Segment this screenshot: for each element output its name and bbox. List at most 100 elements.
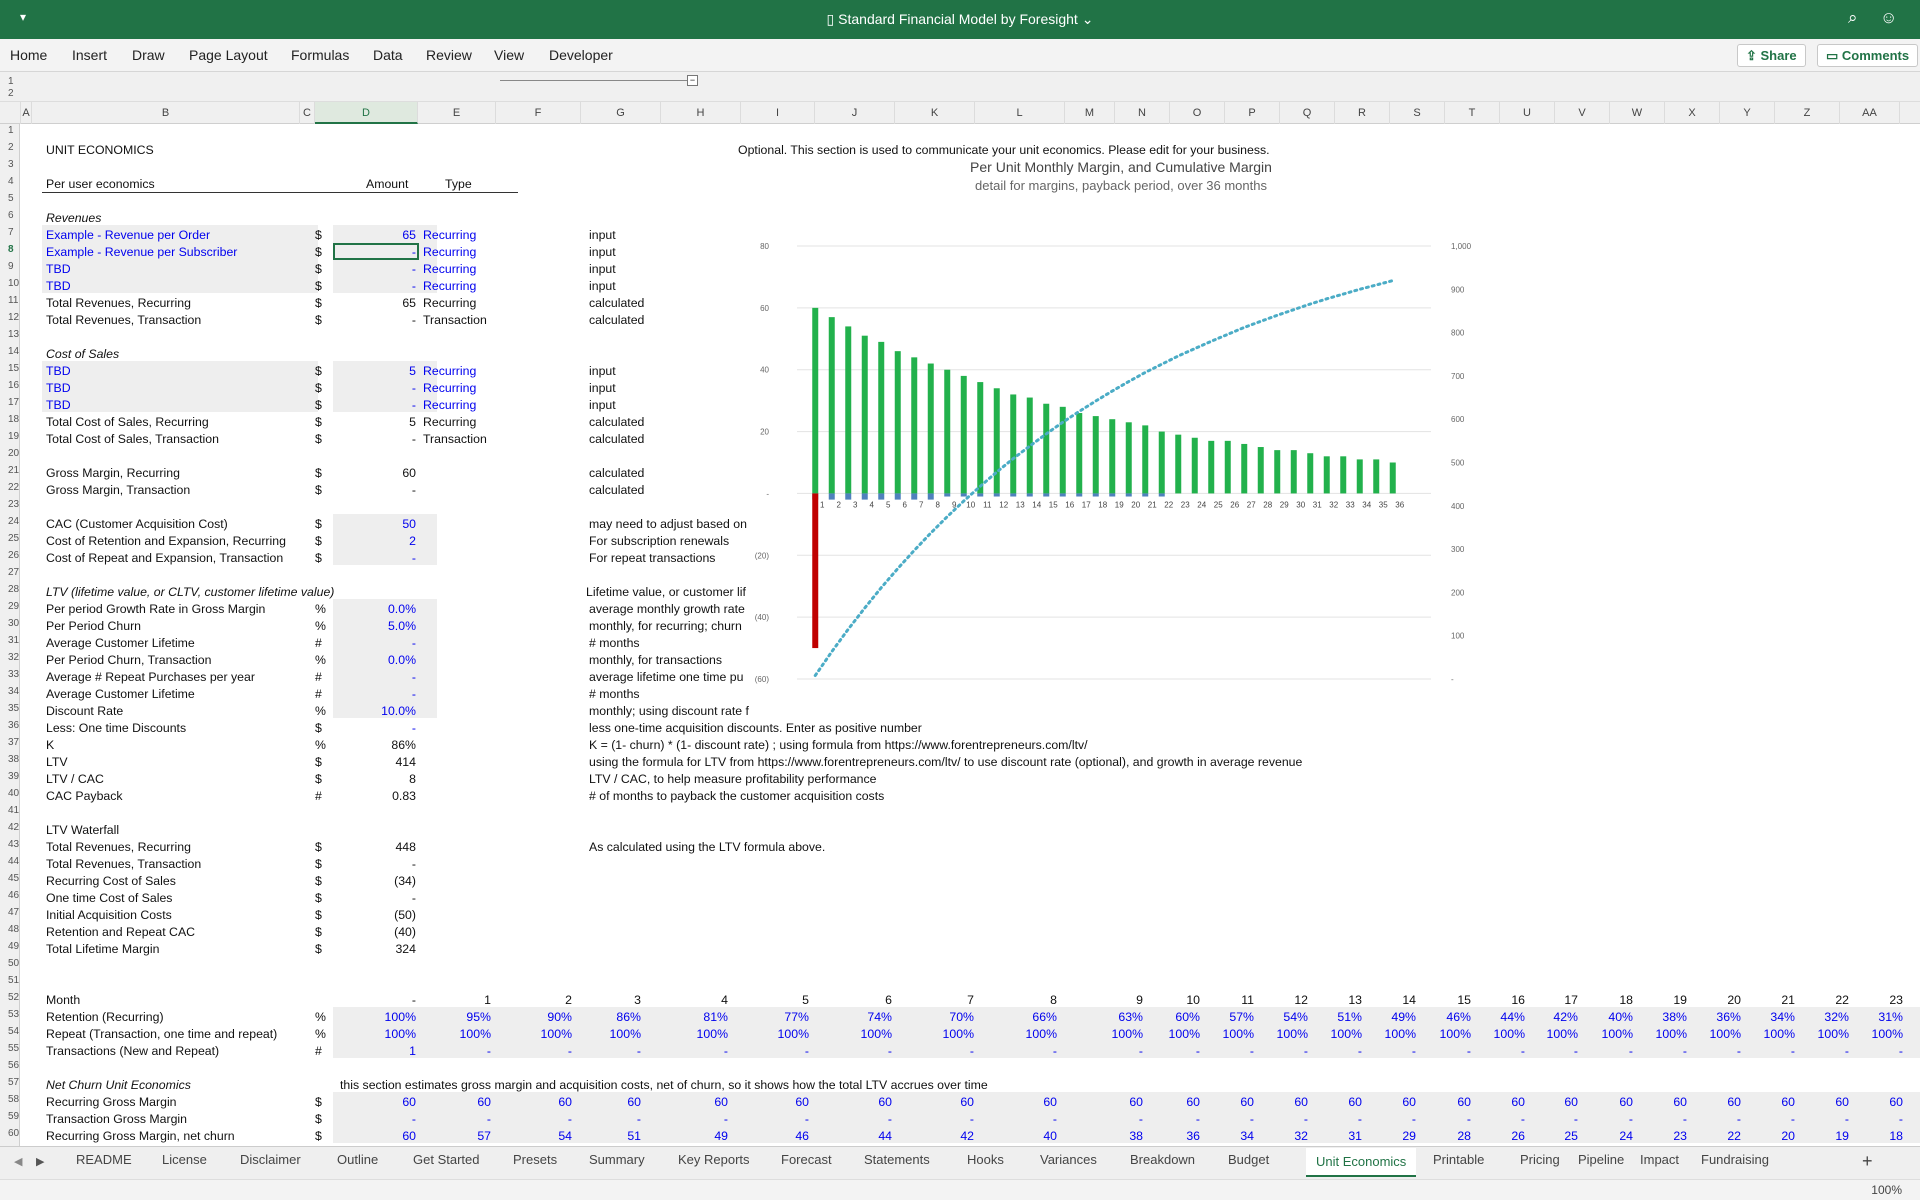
sheet-tab-printable[interactable]: Printable <box>1433 1152 1484 1167</box>
tab-formulas[interactable]: Formulas <box>291 47 349 63</box>
row-header-45[interactable]: 45 <box>0 873 20 884</box>
col-header-e[interactable]: E <box>418 102 496 124</box>
col-header-aa[interactable]: AA <box>1840 102 1900 124</box>
col-header-y[interactable]: Y <box>1720 102 1775 124</box>
row-header-53[interactable]: 53 <box>0 1009 20 1020</box>
row-header-43[interactable]: 43 <box>0 839 20 850</box>
col-header-c[interactable]: C <box>300 102 315 124</box>
comments-button[interactable]: ▭ Comments <box>1817 44 1918 67</box>
row-header-44[interactable]: 44 <box>0 856 20 867</box>
row-header-31[interactable]: 31 <box>0 635 20 646</box>
col-header-o[interactable]: O <box>1170 102 1225 124</box>
chevron-down-icon[interactable]: ⌄ <box>1082 11 1094 27</box>
tab-page-layout[interactable]: Page Layout <box>189 47 268 63</box>
col-header-s[interactable]: S <box>1390 102 1445 124</box>
select-all-corner[interactable] <box>0 102 21 124</box>
row-header-8[interactable]: 8 <box>0 244 20 255</box>
row-header-20[interactable]: 20 <box>0 448 20 459</box>
row-header-26[interactable]: 26 <box>0 550 20 561</box>
scroll-tabs-left-icon[interactable]: ◀ <box>14 1155 22 1168</box>
col-header-k[interactable]: K <box>895 102 975 124</box>
col-header-q[interactable]: Q <box>1280 102 1335 124</box>
row-header-25[interactable]: 25 <box>0 533 20 544</box>
row-header-52[interactable]: 52 <box>0 992 20 1003</box>
sheet-tab-pricing[interactable]: Pricing <box>1520 1152 1560 1167</box>
sheet-tab-license[interactable]: License <box>162 1152 207 1167</box>
row-header-6[interactable]: 6 <box>0 210 20 221</box>
sheet-tab-pipeline[interactable]: Pipeline <box>1578 1152 1624 1167</box>
sheet-tab-statements[interactable]: Statements <box>864 1152 930 1167</box>
row-header-39[interactable]: 39 <box>0 771 20 782</box>
sheet-tab-unit-economics[interactable]: Unit Economics <box>1306 1148 1416 1177</box>
row-header-4[interactable]: 4 <box>0 176 20 187</box>
tab-view[interactable]: View <box>494 47 524 63</box>
sheet-tab-outline[interactable]: Outline <box>337 1152 378 1167</box>
row-header-7[interactable]: 7 <box>0 227 20 238</box>
tab-insert[interactable]: Insert <box>72 47 107 63</box>
row-header-3[interactable]: 3 <box>0 159 20 170</box>
row-header-22[interactable]: 22 <box>0 482 20 493</box>
sheet-tab-key-reports[interactable]: Key Reports <box>678 1152 750 1167</box>
account-icon[interactable]: ☺ <box>1880 8 1897 28</box>
row-header-51[interactable]: 51 <box>0 975 20 986</box>
sheet-tab-breakdown[interactable]: Breakdown <box>1130 1152 1195 1167</box>
row-header-11[interactable]: 11 <box>0 295 20 306</box>
row-header-60[interactable]: 60 <box>0 1128 20 1139</box>
row-header-50[interactable]: 50 <box>0 958 20 969</box>
scroll-tabs-right-icon[interactable]: ▶ <box>36 1155 44 1168</box>
col-header-f[interactable]: F <box>496 102 581 124</box>
row-header-27[interactable]: 27 <box>0 567 20 578</box>
tab-review[interactable]: Review <box>426 47 472 63</box>
row-header-35[interactable]: 35 <box>0 703 20 714</box>
add-sheet-icon[interactable]: + <box>1862 1151 1873 1172</box>
row-header-18[interactable]: 18 <box>0 414 20 425</box>
collapse-group-button[interactable]: − <box>687 75 698 86</box>
row-header-41[interactable]: 41 <box>0 805 20 816</box>
row-header-12[interactable]: 12 <box>0 312 20 323</box>
sheet-tab-budget[interactable]: Budget <box>1228 1152 1269 1167</box>
col-header-u[interactable]: U <box>1500 102 1555 124</box>
col-header-t[interactable]: T <box>1445 102 1500 124</box>
row-header-19[interactable]: 19 <box>0 431 20 442</box>
row-header-36[interactable]: 36 <box>0 720 20 731</box>
col-header-v[interactable]: V <box>1555 102 1610 124</box>
sheet-tab-presets[interactable]: Presets <box>513 1152 557 1167</box>
outline-level-1[interactable]: 1 <box>8 76 14 87</box>
row-header-16[interactable]: 16 <box>0 380 20 391</box>
sheet-tab-hooks[interactable]: Hooks <box>967 1152 1004 1167</box>
col-header-i[interactable]: I <box>741 102 815 124</box>
col-header-x[interactable]: X <box>1665 102 1720 124</box>
col-header-r[interactable]: R <box>1335 102 1390 124</box>
row-header-56[interactable]: 56 <box>0 1060 20 1071</box>
col-header-g[interactable]: G <box>581 102 661 124</box>
tab-developer[interactable]: Developer <box>549 47 613 63</box>
row-header-24[interactable]: 24 <box>0 516 20 527</box>
zoom-level[interactable]: 100% <box>1871 1183 1902 1197</box>
row-header-47[interactable]: 47 <box>0 907 20 918</box>
col-header-h[interactable]: H <box>661 102 741 124</box>
col-header-m[interactable]: M <box>1065 102 1115 124</box>
row-header-1[interactable]: 1 <box>0 125 20 136</box>
row-header-46[interactable]: 46 <box>0 890 20 901</box>
outline-level-2[interactable]: 2 <box>8 88 14 99</box>
row-header-54[interactable]: 54 <box>0 1026 20 1037</box>
sheet-tab-forecast[interactable]: Forecast <box>781 1152 832 1167</box>
col-header-j[interactable]: J <box>815 102 895 124</box>
row-header-21[interactable]: 21 <box>0 465 20 476</box>
row-header-30[interactable]: 30 <box>0 618 20 629</box>
active-cell-d8[interactable] <box>333 243 419 260</box>
sheet-tab-get-started[interactable]: Get Started <box>413 1152 479 1167</box>
sheet-tab-impact[interactable]: Impact <box>1640 1152 1679 1167</box>
row-header-9[interactable]: 9 <box>0 261 20 272</box>
tab-home[interactable]: Home <box>10 47 47 63</box>
row-header-2[interactable]: 2 <box>0 142 20 153</box>
sheet-tab-readme[interactable]: README <box>76 1152 132 1167</box>
share-button[interactable]: ⇪ Share <box>1737 44 1806 67</box>
row-header-28[interactable]: 28 <box>0 584 20 595</box>
worksheet-grid[interactable]: UNIT ECONOMICSOptional. This section is … <box>21 124 1920 1146</box>
row-header-17[interactable]: 17 <box>0 397 20 408</box>
row-header-14[interactable]: 14 <box>0 346 20 357</box>
row-header-42[interactable]: 42 <box>0 822 20 833</box>
row-header-33[interactable]: 33 <box>0 669 20 680</box>
row-header-34[interactable]: 34 <box>0 686 20 697</box>
